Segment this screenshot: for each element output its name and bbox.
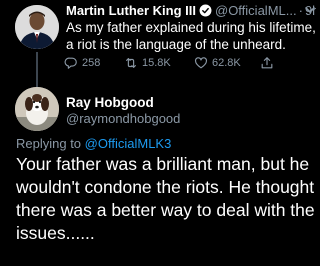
- reply-count: 258: [82, 57, 101, 69]
- reply-icon: [64, 57, 77, 69]
- share-button[interactable]: [260, 55, 278, 71]
- thread-connector-line: [36, 52, 38, 88]
- author-name-mlk[interactable]: Martin Luther King III: [66, 3, 196, 18]
- like-button[interactable]: 62.8K: [194, 55, 241, 71]
- parent-tweet-text: As my father explained during his lifeti…: [66, 20, 316, 52]
- heart-icon: [195, 57, 207, 69]
- share-icon: [261, 57, 273, 69]
- parent-tweet-header: Martin Luther King III @OfficialML... · 9h: [66, 2, 316, 20]
- retweet-icon: [126, 58, 136, 68]
- avatar-mlk[interactable]: [15, 5, 59, 49]
- reply-tweet-text: Your father was a brilliant man, but he …: [16, 154, 315, 243]
- chevron-down-icon[interactable]: [304, 4, 316, 16]
- tweet-actions: 258 15.8K 62.8K: [64, 55, 314, 71]
- profile-photo-dog: [15, 87, 59, 131]
- profile-photo-mlk: [15, 5, 59, 49]
- verified-badge-icon: [199, 4, 212, 17]
- author-handle-ray[interactable]: @raymondhobgood: [66, 110, 180, 128]
- replying-to-label: Replying to: [16, 136, 82, 151]
- separator-dot: ·: [298, 3, 303, 18]
- retweet-button[interactable]: 15.8K: [124, 55, 171, 71]
- like-count: 62.8K: [212, 57, 241, 69]
- reply-button[interactable]: 258: [64, 55, 100, 71]
- tweet-thread: Martin Luther King III @OfficialML... · 9h …: [0, 0, 320, 266]
- replying-to-line: Replying to @OfficialMLK3: [16, 135, 171, 153]
- author-handle-mlk[interactable]: @OfficialML...: [215, 3, 297, 18]
- retweet-count: 15.8K: [142, 57, 171, 69]
- avatar-ray[interactable]: [15, 87, 59, 131]
- replying-to-handle-link[interactable]: @OfficialMLK3: [85, 136, 172, 151]
